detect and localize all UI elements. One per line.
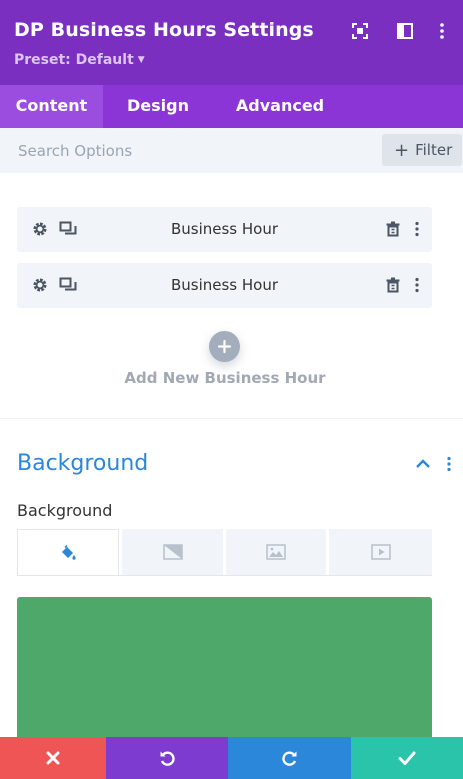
add-new-label[interactable]: Add New Business Hour — [0, 369, 450, 387]
more-vertical-icon[interactable] — [408, 220, 426, 238]
add-new-button[interactable] — [209, 331, 240, 362]
list-item[interactable]: Business Hour — [17, 207, 432, 252]
video-icon — [370, 544, 391, 560]
modal-title: DP Business Hours Settings — [14, 19, 314, 41]
more-vertical-icon[interactable] — [440, 455, 458, 473]
tab-background-image[interactable] — [226, 529, 326, 575]
item-label: Business Hour — [170, 276, 279, 294]
caret-down-icon: ▼ — [137, 55, 145, 65]
more-vertical-icon[interactable] — [433, 22, 451, 40]
save-button[interactable] — [351, 737, 463, 779]
list-item[interactable]: Business Hour — [17, 263, 432, 308]
section-title-background[interactable]: Background — [17, 451, 148, 476]
action-footer — [0, 737, 463, 779]
focus-expand-icon[interactable] — [351, 22, 369, 40]
tab-background-gradient[interactable] — [122, 529, 223, 575]
settings-tabs: Content Design Advanced — [0, 85, 463, 128]
undo-icon — [160, 751, 175, 766]
search-bar: + Filter — [0, 128, 463, 173]
preset-selector[interactable]: Preset: Default ▼ — [14, 52, 145, 68]
item-label: Business Hour — [170, 220, 279, 238]
sidebar-layout-icon[interactable] — [396, 22, 414, 40]
paint-bucket-icon — [62, 544, 76, 560]
trash-icon[interactable] — [384, 276, 402, 294]
background-field-label: Background — [17, 501, 113, 520]
plus-icon: + — [394, 140, 410, 161]
gradient-icon — [162, 544, 183, 560]
image-icon — [266, 544, 286, 560]
search-options-input[interactable] — [0, 128, 370, 173]
tab-content[interactable]: Content — [0, 85, 103, 128]
tab-background-color[interactable] — [17, 529, 119, 575]
close-icon — [46, 751, 60, 765]
background-type-tabs — [17, 529, 432, 576]
check-icon — [398, 751, 416, 765]
filter-button[interactable]: + Filter — [382, 134, 462, 166]
undo-button[interactable] — [106, 737, 228, 779]
preset-label: Preset: Default — [14, 52, 134, 68]
section-divider — [0, 418, 463, 419]
filter-label: Filter — [415, 141, 453, 159]
tab-design[interactable]: Design — [114, 85, 202, 128]
redo-icon — [281, 751, 296, 766]
tab-background-video[interactable] — [329, 529, 432, 575]
more-vertical-icon[interactable] — [408, 276, 426, 294]
trash-icon[interactable] — [384, 220, 402, 238]
cancel-button[interactable] — [0, 737, 106, 779]
redo-button[interactable] — [228, 737, 351, 779]
tab-advanced[interactable]: Advanced — [228, 85, 332, 128]
chevron-up-icon[interactable] — [414, 455, 432, 473]
plus-icon — [217, 339, 232, 354]
settings-header: DP Business Hours Settings Preset: Defau… — [0, 0, 463, 85]
background-color-preview[interactable] — [17, 597, 432, 747]
